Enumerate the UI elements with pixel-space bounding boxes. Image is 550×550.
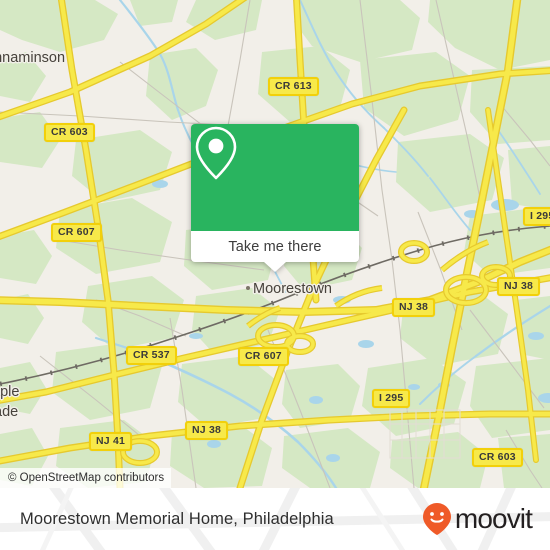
- moovit-pin-icon: [422, 503, 451, 535]
- moovit-map-page: ...nnaminson Moorestown aple ade CR 613 …: [0, 0, 550, 550]
- road-shield-nj-41[interactable]: NJ 41: [89, 432, 133, 451]
- road-shield-nj-38-sw[interactable]: NJ 38: [185, 421, 229, 440]
- road-shield-i-295-e[interactable]: I 295: [523, 207, 550, 226]
- map-pin-icon: [195, 126, 237, 180]
- page-footer: Moorestown Memorial Home, Philadelphia m…: [0, 488, 550, 550]
- road-shield-cr-613[interactable]: CR 613: [268, 77, 319, 96]
- destination-callout[interactable]: Take me there: [191, 124, 359, 272]
- moovit-wordmark: moovit: [454, 503, 533, 534]
- footer-content: Moorestown Memorial Home, Philadelphia m…: [0, 488, 550, 550]
- location-title: Moorestown Memorial Home, Philadelphia: [20, 509, 334, 528]
- callout-pointer-tail: [264, 262, 286, 272]
- map-canvas[interactable]: ...nnaminson Moorestown aple ade CR 613 …: [0, 0, 550, 488]
- callout-icon-panel: [191, 124, 359, 231]
- road-shield-cr-537[interactable]: CR 537: [126, 346, 177, 365]
- road-shield-nj-38-e[interactable]: NJ 38: [497, 277, 541, 296]
- road-shield-cr-607-c[interactable]: CR 607: [238, 347, 289, 366]
- osm-attribution[interactable]: © OpenStreetMap contributors: [0, 468, 172, 488]
- place-label-moorestown: Moorestown: [253, 281, 332, 297]
- road-shield-cr-607-w[interactable]: CR 607: [51, 223, 102, 242]
- road-shield-nj-38-c[interactable]: NJ 38: [392, 298, 436, 317]
- take-me-there-label: Take me there: [228, 238, 322, 255]
- place-label-shade: ade: [0, 404, 19, 420]
- place-label-maple: aple: [0, 384, 20, 400]
- place-label-cinnaminson: ...nnaminson: [0, 50, 66, 66]
- callout-action-panel[interactable]: Take me there: [191, 231, 359, 272]
- road-shield-cr-603-se[interactable]: CR 603: [472, 448, 523, 467]
- road-shield-i-295-s[interactable]: I 295: [372, 389, 411, 408]
- road-shield-cr-603-nw[interactable]: CR 603: [44, 123, 95, 142]
- moovit-logo[interactable]: moovit: [422, 502, 533, 536]
- place-marker-dot-moorestown: [246, 286, 250, 290]
